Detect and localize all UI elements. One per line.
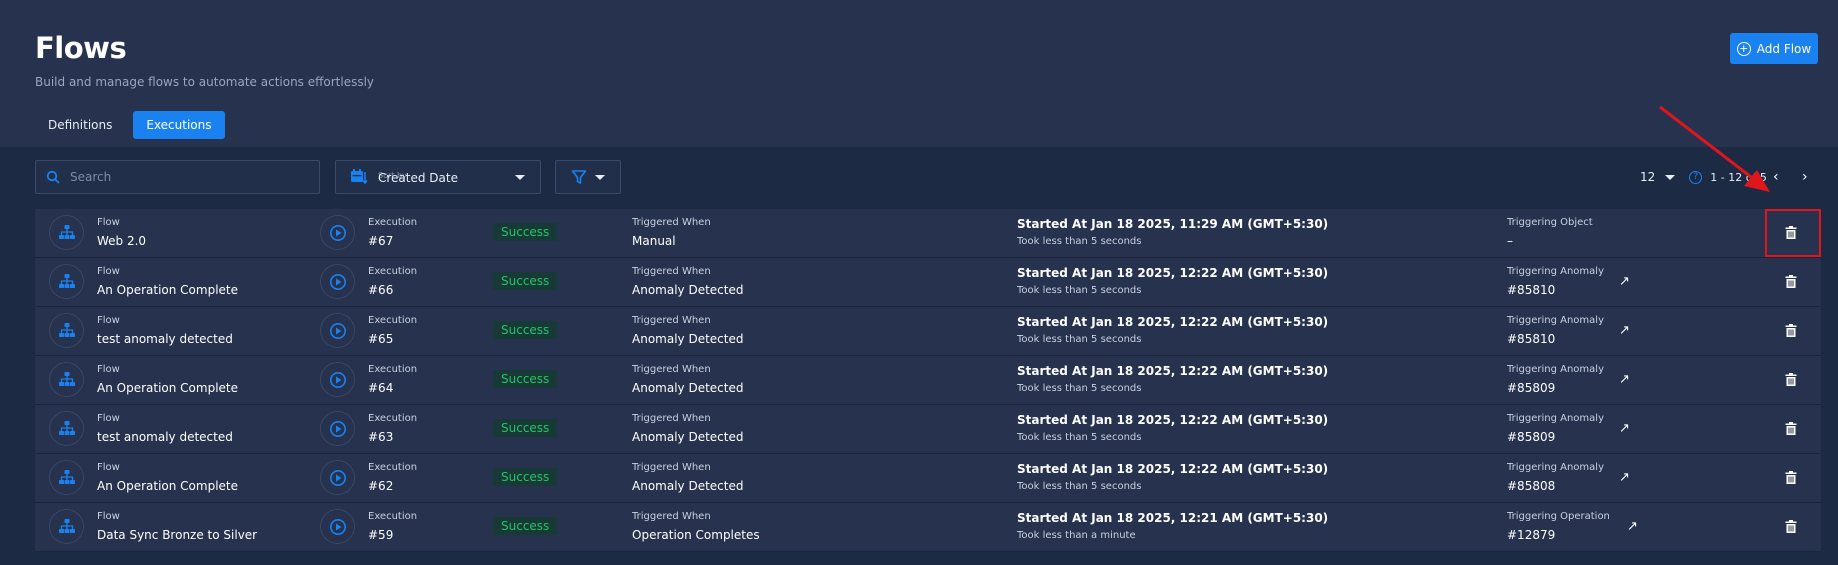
annotation-arrow [1659, 105, 1770, 192]
